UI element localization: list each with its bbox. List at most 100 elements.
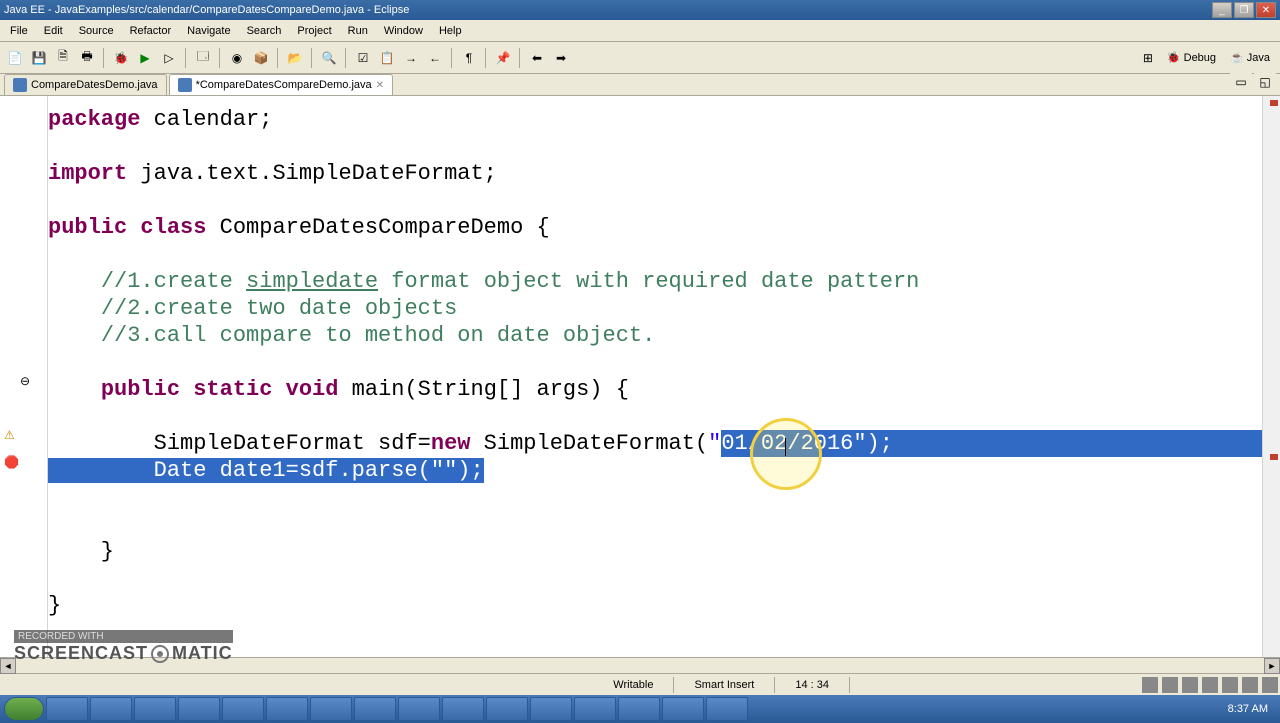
status-icon[interactable]	[1262, 677, 1278, 693]
collapse-marker-icon[interactable]: ⊖	[20, 374, 34, 388]
separator	[219, 48, 221, 68]
selection: Date date1=sdf.parse("");	[48, 458, 484, 483]
menu-file[interactable]: File	[2, 23, 36, 39]
java-file-icon	[178, 78, 192, 92]
tab-compare-dates-compare-demo[interactable]: *CompareDatesCompareDemo.java ✕	[169, 74, 393, 95]
show-whitespace-button[interactable]: ¶	[458, 47, 480, 69]
code-content[interactable]: package calendar; import java.text.Simpl…	[48, 96, 1262, 657]
toggle-mark-button[interactable]: ☑	[352, 47, 374, 69]
error-icon: 🛑	[4, 455, 18, 469]
status-icon[interactable]	[1162, 677, 1178, 693]
tab-compare-dates-demo[interactable]: CompareDatesDemo.java	[4, 74, 167, 95]
close-icon[interactable]: ✕	[376, 80, 384, 91]
debug-button[interactable]: 🐞	[110, 47, 132, 69]
close-button[interactable]: ✕	[1256, 2, 1276, 18]
perspective-debug[interactable]: 🐞 Debug	[1161, 49, 1222, 66]
taskbar-item[interactable]	[178, 697, 220, 721]
new-package-button[interactable]: 📦	[250, 47, 272, 69]
titlebar: Java EE - JavaExamples/src/calendar/Comp…	[0, 0, 1280, 20]
keyword: import	[48, 161, 127, 186]
horizontal-scrollbar[interactable]: ◄ ►	[0, 657, 1280, 673]
minimize-button[interactable]: _	[1212, 2, 1232, 18]
menu-refactor[interactable]: Refactor	[122, 23, 180, 39]
taskbar-item[interactable]	[134, 697, 176, 721]
taskbar-item[interactable]	[442, 697, 484, 721]
code-text: java.text.SimpleDateFormat;	[127, 161, 497, 186]
code-text: SimpleDateFormat sdf=	[48, 431, 431, 456]
menu-edit[interactable]: Edit	[36, 23, 71, 39]
status-icon[interactable]	[1182, 677, 1198, 693]
taskbar-item[interactable]	[398, 697, 440, 721]
menu-navigate[interactable]: Navigate	[179, 23, 238, 39]
separator	[451, 48, 453, 68]
separator	[485, 48, 487, 68]
overview-ruler[interactable]	[1262, 96, 1280, 657]
separator	[345, 48, 347, 68]
code-text: main(String[] args) {	[338, 377, 628, 402]
run-button[interactable]: ▶	[134, 47, 156, 69]
status-writable: Writable	[593, 677, 674, 693]
search-button[interactable]: 🔍	[318, 47, 340, 69]
back-button[interactable]: ⬅	[526, 47, 548, 69]
new-class-button[interactable]: ◉	[226, 47, 248, 69]
taskbar-item[interactable]	[618, 697, 660, 721]
new-button[interactable]: 📄	[4, 47, 26, 69]
forward-button[interactable]: ➡	[550, 47, 572, 69]
toolbar: 📄 💾 🗎 🖶 🐞 ▶ ▷ 🗔 ◉ 📦 📂 🔍 ☑ 📋 → ← ¶ 📌 ⬅ ➡ …	[0, 42, 1280, 74]
scroll-left-button[interactable]: ◄	[0, 658, 16, 674]
minimize-view-button[interactable]: ▭	[1230, 71, 1252, 93]
menu-search[interactable]: Search	[239, 23, 290, 39]
keyword: public	[48, 215, 127, 240]
run-last-button[interactable]: ▷	[158, 47, 180, 69]
taskbar-item[interactable]	[46, 697, 88, 721]
taskbar-item[interactable]	[662, 697, 704, 721]
print-button[interactable]: 🖶	[76, 47, 98, 69]
start-button[interactable]	[4, 697, 44, 721]
status-cursor-position: 14 : 34	[775, 677, 850, 693]
taskbar-clock[interactable]: 8:37 AM	[1220, 703, 1276, 715]
comment: simpledate	[246, 269, 378, 294]
taskbar-item[interactable]	[266, 697, 308, 721]
pin-button[interactable]: 📌	[492, 47, 514, 69]
prev-annotation-button[interactable]: ←	[424, 47, 446, 69]
maximize-button[interactable]: ❐	[1234, 2, 1254, 18]
open-type-button[interactable]: 📂	[284, 47, 306, 69]
taskbar-item[interactable]	[354, 697, 396, 721]
scroll-right-button[interactable]: ►	[1264, 658, 1280, 674]
status-icon[interactable]	[1202, 677, 1218, 693]
separator	[519, 48, 521, 68]
gutter[interactable]: ⊖ ⚠ 🛑	[0, 96, 48, 657]
taskbar-item[interactable]	[486, 697, 528, 721]
keyword: new	[431, 431, 471, 456]
annotation-button[interactable]: 📋	[376, 47, 398, 69]
taskbar-item[interactable]	[222, 697, 264, 721]
editor-area: ⊖ ⚠ 🛑 package calendar; import java.text…	[0, 96, 1280, 657]
status-icon[interactable]	[1222, 677, 1238, 693]
code-text: }	[48, 539, 114, 564]
menu-project[interactable]: Project	[289, 23, 339, 39]
menu-window[interactable]: Window	[376, 23, 431, 39]
error-marker[interactable]	[1270, 100, 1278, 106]
separator	[277, 48, 279, 68]
taskbar-item[interactable]	[530, 697, 572, 721]
status-icon[interactable]	[1142, 677, 1158, 693]
maximize-view-button[interactable]: ◱	[1254, 71, 1276, 93]
status-icon[interactable]	[1242, 677, 1258, 693]
save-button[interactable]: 💾	[28, 47, 50, 69]
new-server-button[interactable]: 🗔	[192, 47, 214, 69]
error-marker[interactable]	[1270, 454, 1278, 460]
taskbar-item[interactable]	[310, 697, 352, 721]
next-annotation-button[interactable]: →	[400, 47, 422, 69]
menu-source[interactable]: Source	[71, 23, 122, 39]
taskbar-item[interactable]	[706, 697, 748, 721]
taskbar-item[interactable]	[90, 697, 132, 721]
perspective-java[interactable]: ☕ Java	[1224, 49, 1276, 66]
statusbar: Writable Smart Insert 14 : 34	[0, 673, 1280, 695]
taskbar-item[interactable]	[574, 697, 616, 721]
menu-run[interactable]: Run	[340, 23, 376, 39]
scroll-track[interactable]	[16, 658, 1264, 673]
string: "	[708, 431, 721, 456]
save-all-button[interactable]: 🗎	[52, 47, 74, 69]
open-perspective-button[interactable]: ⊞	[1137, 47, 1159, 69]
menu-help[interactable]: Help	[431, 23, 470, 39]
